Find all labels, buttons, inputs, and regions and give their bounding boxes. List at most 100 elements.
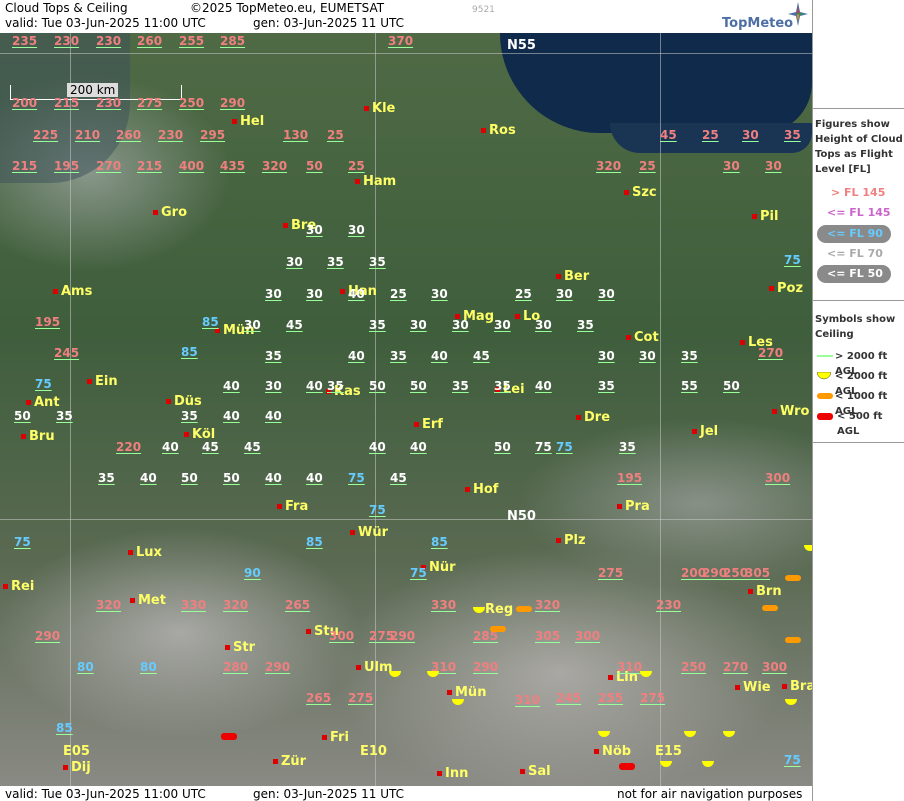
cloud-top-value: 40 <box>348 287 365 301</box>
cloud-top-value: 35 <box>619 440 636 454</box>
cloud-top-value: 40 <box>223 409 240 423</box>
ceiling-lt-500-symbol <box>619 763 635 770</box>
ceiling-lt-1000-symbol <box>785 637 801 643</box>
ceiling-lt-1000-symbol <box>762 605 778 611</box>
ceiling-lt-2000-symbol <box>389 671 401 677</box>
city-label: Met <box>130 593 166 608</box>
cloud-top-value: 310 <box>617 660 643 674</box>
cloud-top-value: 85 <box>56 721 73 735</box>
cloud-top-value: 320 <box>96 598 122 612</box>
cloud-top-value: 50 <box>223 471 240 485</box>
fl-legend-gt145: > FL 145 <box>831 186 886 199</box>
city-label: Szc <box>624 185 657 200</box>
cloud-top-value: 80 <box>140 660 157 674</box>
cloud-top-value: 35 <box>598 379 615 393</box>
cloud-top-value: 85 <box>431 535 448 549</box>
cloud-top-value: 310 <box>515 693 541 707</box>
cloud-top-value: 290 <box>265 660 291 674</box>
cloud-top-value: 35 <box>369 318 386 332</box>
city-label: Lux <box>128 545 162 560</box>
cloud-top-value: 280 <box>223 660 249 674</box>
cloud-top-value: 30 <box>494 318 511 332</box>
cloud-top-value: 35 <box>327 379 344 393</box>
cloud-top-value: 255 <box>179 34 205 48</box>
grid-label-n55: N55 <box>507 38 536 53</box>
ceiling-lt-2000-symbol <box>452 699 464 705</box>
city-label: Plz <box>556 533 586 548</box>
cloud-top-value: 30 <box>286 255 303 269</box>
cloud-top-value: 40 <box>306 379 323 393</box>
footer-gen-time: gen: 03-Jun-2025 11 UTC <box>253 787 405 801</box>
cloud-top-value: 230 <box>54 34 80 48</box>
cloud-top-value: 85 <box>202 315 219 329</box>
city-label: Ams <box>53 284 92 299</box>
city-label: Kle <box>364 101 395 116</box>
cloud-top-value: 25 <box>515 287 532 301</box>
cloud-top-value: 225 <box>33 128 59 142</box>
cloud-top-value: 130 <box>283 128 309 142</box>
cloud-top-value: 75 <box>784 253 801 267</box>
city-label: Str <box>225 640 255 655</box>
cloud-top-value: 50 <box>723 379 740 393</box>
cloud-top-value: 30 <box>765 159 782 173</box>
cloud-top-value: 30 <box>306 287 323 301</box>
cloud-top-value: 30 <box>452 318 469 332</box>
cloud-top-value: 290 <box>473 660 499 674</box>
cloud-top-value: 75 <box>35 377 52 391</box>
cloud-top-value: 75 <box>784 753 801 767</box>
ceiling-lt-2000-symbol <box>660 761 672 767</box>
disclaimer: not for air navigation purposes <box>617 787 803 801</box>
ceiling-lt-500-symbol <box>221 733 237 740</box>
cloud-top-value: 25 <box>348 159 365 173</box>
cloud-top-value: 35 <box>681 349 698 363</box>
ceiling-lt-1000-symbol <box>516 606 532 612</box>
cloud-top-value: 300 <box>762 660 788 674</box>
cloud-top-value: 300 <box>329 629 355 643</box>
cloud-top-value: 40 <box>369 440 386 454</box>
cloud-top-value: 50 <box>306 159 323 173</box>
cloud-top-value: 295 <box>200 128 226 142</box>
cloud-top-value: 35 <box>784 128 801 142</box>
city-label: Bru <box>21 429 55 444</box>
city-label: Hel <box>232 114 264 129</box>
cloud-top-value: 85 <box>181 345 198 359</box>
grid-label-e10: E10 <box>360 744 387 759</box>
cloud-top-value: 285 <box>220 34 246 48</box>
cloud-top-value: 45 <box>390 471 407 485</box>
cloud-top-value: 90 <box>244 566 261 580</box>
cloud-top-value: 30 <box>742 128 759 142</box>
city-label: Erf <box>414 417 443 432</box>
cloud-top-value: 270 <box>758 346 784 360</box>
fl-legend-le145: <= FL 145 <box>827 206 891 219</box>
cloud-top-value: 260 <box>137 34 163 48</box>
cloud-top-value: 200 <box>681 566 707 580</box>
cloud-top-value: 305 <box>745 566 771 580</box>
symbols-legend-title: Symbols show Ceiling <box>815 314 896 340</box>
cloud-top-value: 75 <box>410 566 427 580</box>
cloud-top-value: 40 <box>431 349 448 363</box>
cloud-top-value: 40 <box>265 471 282 485</box>
cloud-top-value: 30 <box>431 287 448 301</box>
cloud-top-value: 55 <box>681 379 698 393</box>
cloud-top-value: 275 <box>348 691 374 705</box>
cloud-top-value: 35 <box>56 409 73 423</box>
city-label: Fra <box>277 499 308 514</box>
cloud-top-value: 40 <box>535 379 552 393</box>
city-label: Rei <box>3 579 34 594</box>
city-label: Sal <box>520 764 551 779</box>
cloud-top-value: 290 <box>220 96 246 110</box>
compass-star-icon <box>788 2 808 26</box>
cloud-top-value: 320 <box>223 598 249 612</box>
cloud-top-value: 330 <box>181 598 207 612</box>
cloud-top-value: 270 <box>96 159 122 173</box>
cloud-top-value: 35 <box>390 349 407 363</box>
cloud-top-value: 45 <box>473 349 490 363</box>
cloud-top-value: 25 <box>390 287 407 301</box>
cloud-top-value: 195 <box>617 471 643 485</box>
city-label: Zür <box>273 754 306 769</box>
cloud-top-value: 250 <box>723 566 749 580</box>
city-label: Wür <box>350 525 388 540</box>
satellite-map: N55 N50 E05 E10 E15 200 km Kle Hel Ros H… <box>0 33 812 786</box>
city-label: Bra <box>782 679 812 694</box>
ceiling-lt-2000-symbol <box>598 731 610 737</box>
